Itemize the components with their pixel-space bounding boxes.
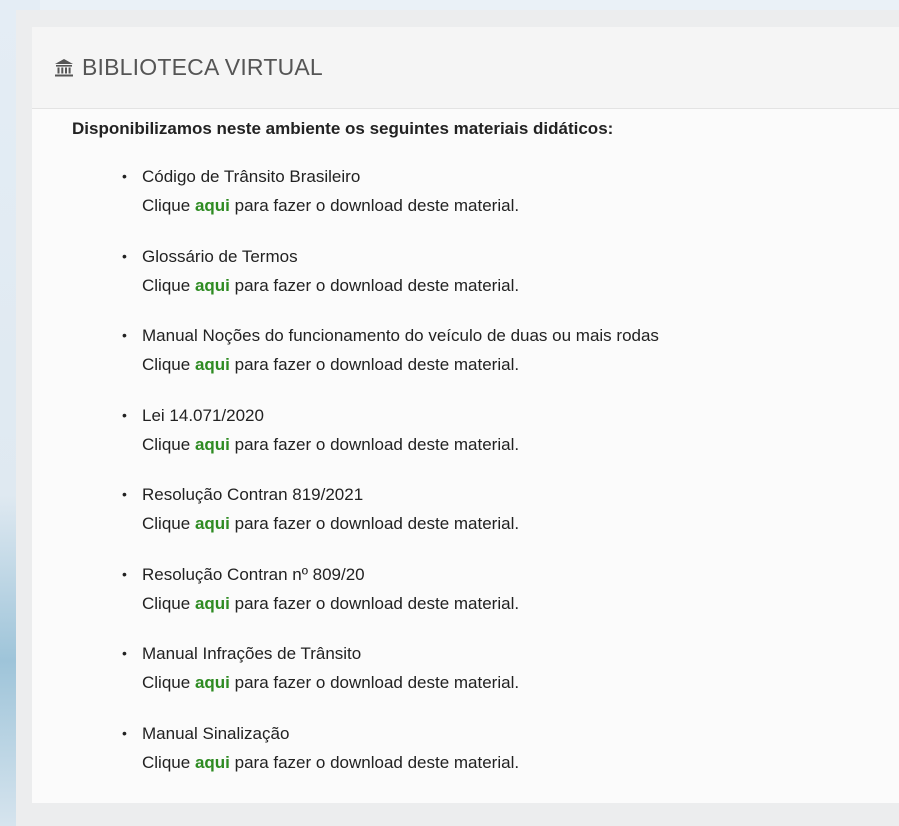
material-title-row: • Lei 14.071/2020	[122, 401, 659, 430]
desc-suffix: para fazer o download deste material.	[234, 275, 520, 295]
desc-suffix: para fazer o download deste material.	[234, 593, 520, 613]
material-title: Manual Sinalização	[142, 723, 290, 743]
bullet-icon: •	[122, 168, 127, 184]
desc-prefix: Clique	[142, 752, 191, 772]
download-link[interactable]: aqui	[195, 514, 230, 533]
material-title: Resolução Contran nº 809/20	[142, 564, 365, 584]
desc-prefix: Clique	[142, 514, 191, 533]
material-title: Lei 14.071/2020	[142, 405, 264, 425]
material-title: Manual Infrações de Trânsito	[142, 644, 362, 663]
desc-prefix: Clique	[142, 355, 191, 374]
download-link[interactable]: aqui	[195, 594, 230, 613]
desc-suffix: para fazer o download deste material.	[234, 196, 520, 215]
bullet-icon: •	[122, 327, 127, 343]
library-panel: BIBLIOTECA VIRTUAL Disponibilizamos nest…	[32, 27, 899, 803]
desc-suffix: para fazer o download deste material.	[234, 355, 520, 374]
bullet-icon: •	[122, 565, 127, 582]
panel-header: BIBLIOTECA VIRTUAL	[32, 27, 899, 109]
desc-prefix: Clique	[142, 434, 191, 454]
intro-text: Disponibilizamos neste ambiente os segui…	[72, 119, 614, 138]
download-link[interactable]: aqui	[195, 673, 230, 692]
material-download-text: Clique aqui para fazer o download deste …	[122, 589, 659, 618]
desc-suffix: para fazer o download deste material.	[234, 673, 520, 692]
material-title: Resolução Contran 819/2021	[142, 485, 364, 504]
material-title: Glossário de Termos	[142, 246, 298, 266]
material-download-text: Clique aqui para fazer o download deste …	[122, 271, 659, 300]
desc-prefix: Clique	[142, 673, 191, 692]
panel-title: BIBLIOTECA VIRTUAL	[82, 54, 323, 80]
bullet-icon: •	[122, 247, 127, 264]
list-item: • Glossário de Termos Clique aqui para f…	[122, 242, 659, 322]
download-link[interactable]: aqui	[195, 276, 230, 295]
download-link[interactable]: aqui	[195, 435, 230, 454]
material-download-text: Clique aqui para fazer o download deste …	[122, 509, 659, 538]
bullet-icon: •	[122, 645, 127, 661]
material-download-text: Clique aqui para fazer o download deste …	[122, 350, 659, 379]
bank-icon	[54, 58, 74, 78]
material-title-row: • Manual Sinalização	[122, 719, 659, 748]
list-item: • Manual Sinalização Clique aqui para fa…	[122, 719, 659, 799]
download-link[interactable]: aqui	[195, 196, 230, 215]
download-link[interactable]: aqui	[195, 355, 230, 374]
list-item: • Manual Infrações de Trânsito Clique aq…	[122, 639, 659, 719]
material-title-row: • Manual Noções do funcionamento do veíc…	[122, 321, 659, 350]
list-item: • Lei 14.071/2020 Clique aqui para fazer…	[122, 401, 659, 481]
desc-suffix: para fazer o download deste material.	[234, 434, 520, 454]
desc-prefix: Clique	[142, 593, 191, 613]
material-title-row: • Resolução Contran nº 809/20	[122, 560, 659, 589]
desc-prefix: Clique	[142, 196, 191, 215]
bullet-icon: •	[122, 724, 127, 741]
desc-suffix: para fazer o download deste material.	[234, 514, 520, 533]
material-download-text: Clique aqui para fazer o download deste …	[122, 668, 659, 697]
materials-list: • Código de Trânsito Brasileiro Clique a…	[122, 162, 659, 798]
material-download-text: Clique aqui para fazer o download deste …	[122, 191, 659, 220]
download-link[interactable]: aqui	[195, 753, 230, 772]
material-download-text: Clique aqui para fazer o download deste …	[122, 748, 659, 777]
list-item: • Código de Trânsito Brasileiro Clique a…	[122, 162, 659, 242]
material-title-row: • Resolução Contran 819/2021	[122, 480, 659, 509]
material-download-text: Clique aqui para fazer o download deste …	[122, 430, 659, 459]
material-title: Código de Trânsito Brasileiro	[142, 167, 361, 186]
material-title-row: • Código de Trânsito Brasileiro	[122, 162, 659, 191]
material-title-row: • Manual Infrações de Trânsito	[122, 639, 659, 668]
material-title: Manual Noções do funcionamento do veícul…	[142, 326, 659, 345]
desc-suffix: para fazer o download deste material.	[234, 752, 520, 772]
list-item: • Resolução Contran 819/2021 Clique aqui…	[122, 480, 659, 560]
desc-prefix: Clique	[142, 275, 191, 295]
bullet-icon: •	[122, 486, 127, 502]
material-title-row: • Glossário de Termos	[122, 242, 659, 271]
list-item: • Manual Noções do funcionamento do veíc…	[122, 321, 659, 401]
list-item: • Resolução Contran nº 809/20 Clique aqu…	[122, 560, 659, 640]
bullet-icon: •	[122, 406, 127, 423]
